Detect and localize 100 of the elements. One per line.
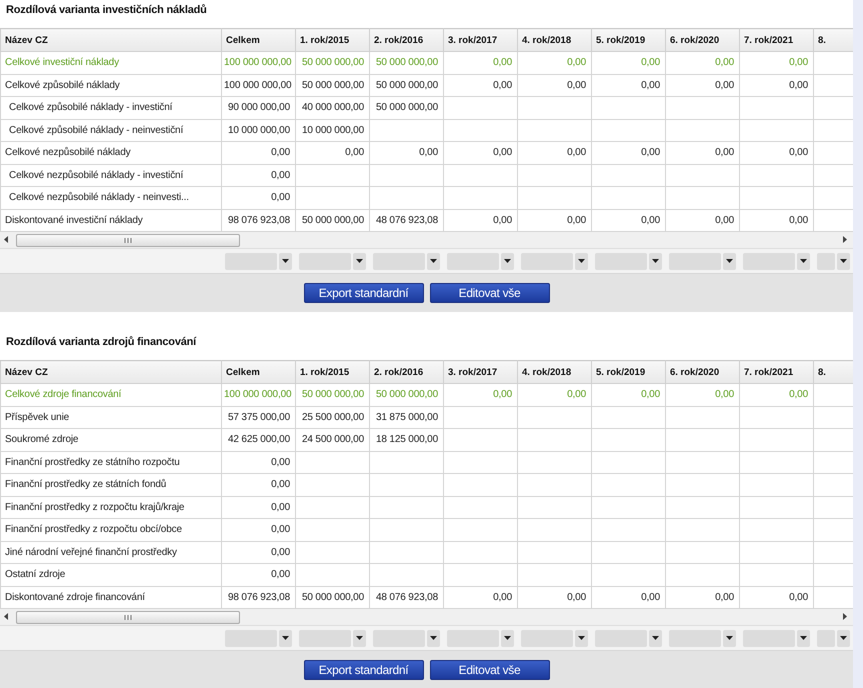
- column-header[interactable]: 5. rok/2019: [592, 28, 666, 52]
- scrollbar-thumb[interactable]: [16, 234, 240, 246]
- column-header[interactable]: 3. rok/2017: [444, 360, 518, 384]
- table-cell: 100 000 000,00: [222, 52, 296, 74]
- table-cell: 18 125 000,00: [370, 428, 444, 451]
- caret-icon: [430, 259, 437, 263]
- caret-icon: [652, 259, 659, 263]
- column-header[interactable]: 3. rok/2017: [444, 28, 518, 52]
- table-cell: 57 375 000,00: [222, 406, 296, 428]
- scroll-left-icon[interactable]: [4, 236, 8, 243]
- caret-icon: [578, 259, 585, 263]
- caret-icon: [430, 636, 437, 640]
- table-cell: 0,00: [222, 142, 296, 164]
- scroll-left-icon[interactable]: [4, 613, 8, 620]
- edit-button[interactable]: Editovat vše: [430, 660, 550, 680]
- row-label: Celkové nezpůsobilé náklady - investiční: [0, 164, 222, 186]
- column-header[interactable]: 4. rok/2018: [518, 28, 592, 52]
- row-label: Jiné národní veřejné finanční prostředky: [0, 541, 222, 564]
- scrollbar-thumb[interactable]: [16, 610, 240, 624]
- table-cell: 24 500 000,00: [296, 428, 370, 451]
- table-cell: 98 076 923,08: [222, 209, 296, 232]
- row-label: Celkové způsobilé náklady - investiční: [0, 96, 222, 119]
- caret-icon: [578, 636, 585, 640]
- table-cell: 50 000 000,00: [370, 384, 444, 406]
- column-header[interactable]: 8.: [814, 28, 854, 52]
- table-cell: 0,00: [518, 209, 592, 232]
- row-label: Diskontované investiční náklady: [0, 209, 222, 232]
- row-label: Finanční prostředky ze státního rozpočtu: [0, 451, 222, 474]
- column-header[interactable]: 1. rok/2015: [296, 360, 370, 384]
- caret-icon: [356, 636, 363, 640]
- table-cell: 48 076 923,08: [370, 586, 444, 608]
- table-cell: 0,00: [222, 541, 296, 564]
- table-cell: 0,00: [222, 518, 296, 541]
- column-header[interactable]: Název CZ: [0, 28, 222, 52]
- table-cell: 0,00: [222, 564, 296, 586]
- table-cell: 98 076 923,08: [222, 586, 296, 608]
- table-cell: 0,00: [740, 74, 814, 96]
- column-header[interactable]: 2. rok/2016: [370, 28, 444, 52]
- table-cell: 0,00: [592, 52, 666, 74]
- edit-button[interactable]: Editovat vše: [430, 283, 550, 303]
- column-header[interactable]: 5. rok/2019: [592, 360, 666, 384]
- scroll-right-icon[interactable]: [843, 613, 847, 620]
- table-cell: 25 500 000,00: [296, 406, 370, 428]
- table-cell: 0,00: [592, 586, 666, 608]
- row-label: Celkové nezpůsobilé náklady - neinvesti...: [0, 186, 222, 209]
- table-cell: 50 000 000,00: [296, 586, 370, 608]
- table-cell: 0,00: [666, 384, 740, 406]
- table-cell: 0,00: [740, 586, 814, 608]
- column-header[interactable]: 6. rok/2020: [666, 360, 740, 384]
- table-cell: 0,00: [666, 142, 740, 164]
- table-cell: 0,00: [222, 496, 296, 518]
- column-header[interactable]: 7. rok/2021: [740, 360, 814, 384]
- caret-icon: [504, 259, 511, 263]
- table-cell: 0,00: [296, 142, 370, 164]
- column-header[interactable]: Celkem: [222, 28, 296, 52]
- horizontal-scrollbar[interactable]: [0, 232, 853, 249]
- table-cell: 90 000 000,00: [222, 96, 296, 119]
- row-label: Soukromé zdroje: [0, 428, 222, 451]
- row-label: Celkové zdroje financování: [0, 384, 222, 406]
- table-cell: 0,00: [518, 52, 592, 74]
- caret-icon: [282, 259, 289, 263]
- table-cell: 0,00: [740, 52, 814, 74]
- column-header[interactable]: 2. rok/2016: [370, 360, 444, 384]
- caret-icon: [800, 636, 807, 640]
- row-label: Celkové investiční náklady: [0, 52, 222, 74]
- table-cell: 0,00: [518, 74, 592, 96]
- grip-icon: [124, 238, 132, 242]
- table-cell: 0,00: [666, 209, 740, 232]
- column-header[interactable]: 1. rok/2015: [296, 28, 370, 52]
- table-cell: 0,00: [444, 209, 518, 232]
- table-cell: 0,00: [444, 74, 518, 96]
- caret-icon: [726, 259, 733, 263]
- table-cell: 0,00: [370, 142, 444, 164]
- column-header[interactable]: 6. rok/2020: [666, 28, 740, 52]
- column-header[interactable]: Celkem: [222, 360, 296, 384]
- caret-icon: [652, 636, 659, 640]
- column-header[interactable]: Název CZ: [0, 360, 222, 384]
- export-button[interactable]: Export standardní: [304, 660, 424, 680]
- row-label: Příspěvek unie: [0, 406, 222, 428]
- column-header[interactable]: 4. rok/2018: [518, 360, 592, 384]
- table-cell: 42 625 000,00: [222, 428, 296, 451]
- row-label: Celkové způsobilé náklady: [0, 74, 222, 96]
- table-cell: 0,00: [740, 209, 814, 232]
- column-header[interactable]: 8.: [814, 360, 854, 384]
- table-cell: 0,00: [592, 142, 666, 164]
- column-header[interactable]: 7. rok/2021: [740, 28, 814, 52]
- table-cell: 50 000 000,00: [370, 52, 444, 74]
- table-cell: 50 000 000,00: [296, 52, 370, 74]
- horizontal-scrollbar[interactable]: [0, 609, 853, 626]
- row-label: Finanční prostředky ze státních fondů: [0, 474, 222, 496]
- export-button[interactable]: Export standardní: [304, 283, 424, 303]
- table-cell: 0,00: [222, 451, 296, 474]
- row-label: Finanční prostředky z rozpočtu obcí/obce: [0, 518, 222, 541]
- table-cell: 0,00: [518, 586, 592, 608]
- table-cell: 0,00: [444, 384, 518, 406]
- scroll-right-icon[interactable]: [843, 236, 847, 243]
- table-cell: 0,00: [592, 384, 666, 406]
- table-cell: 10 000 000,00: [296, 119, 370, 142]
- grip-icon: [124, 614, 132, 620]
- table-cell: 0,00: [740, 142, 814, 164]
